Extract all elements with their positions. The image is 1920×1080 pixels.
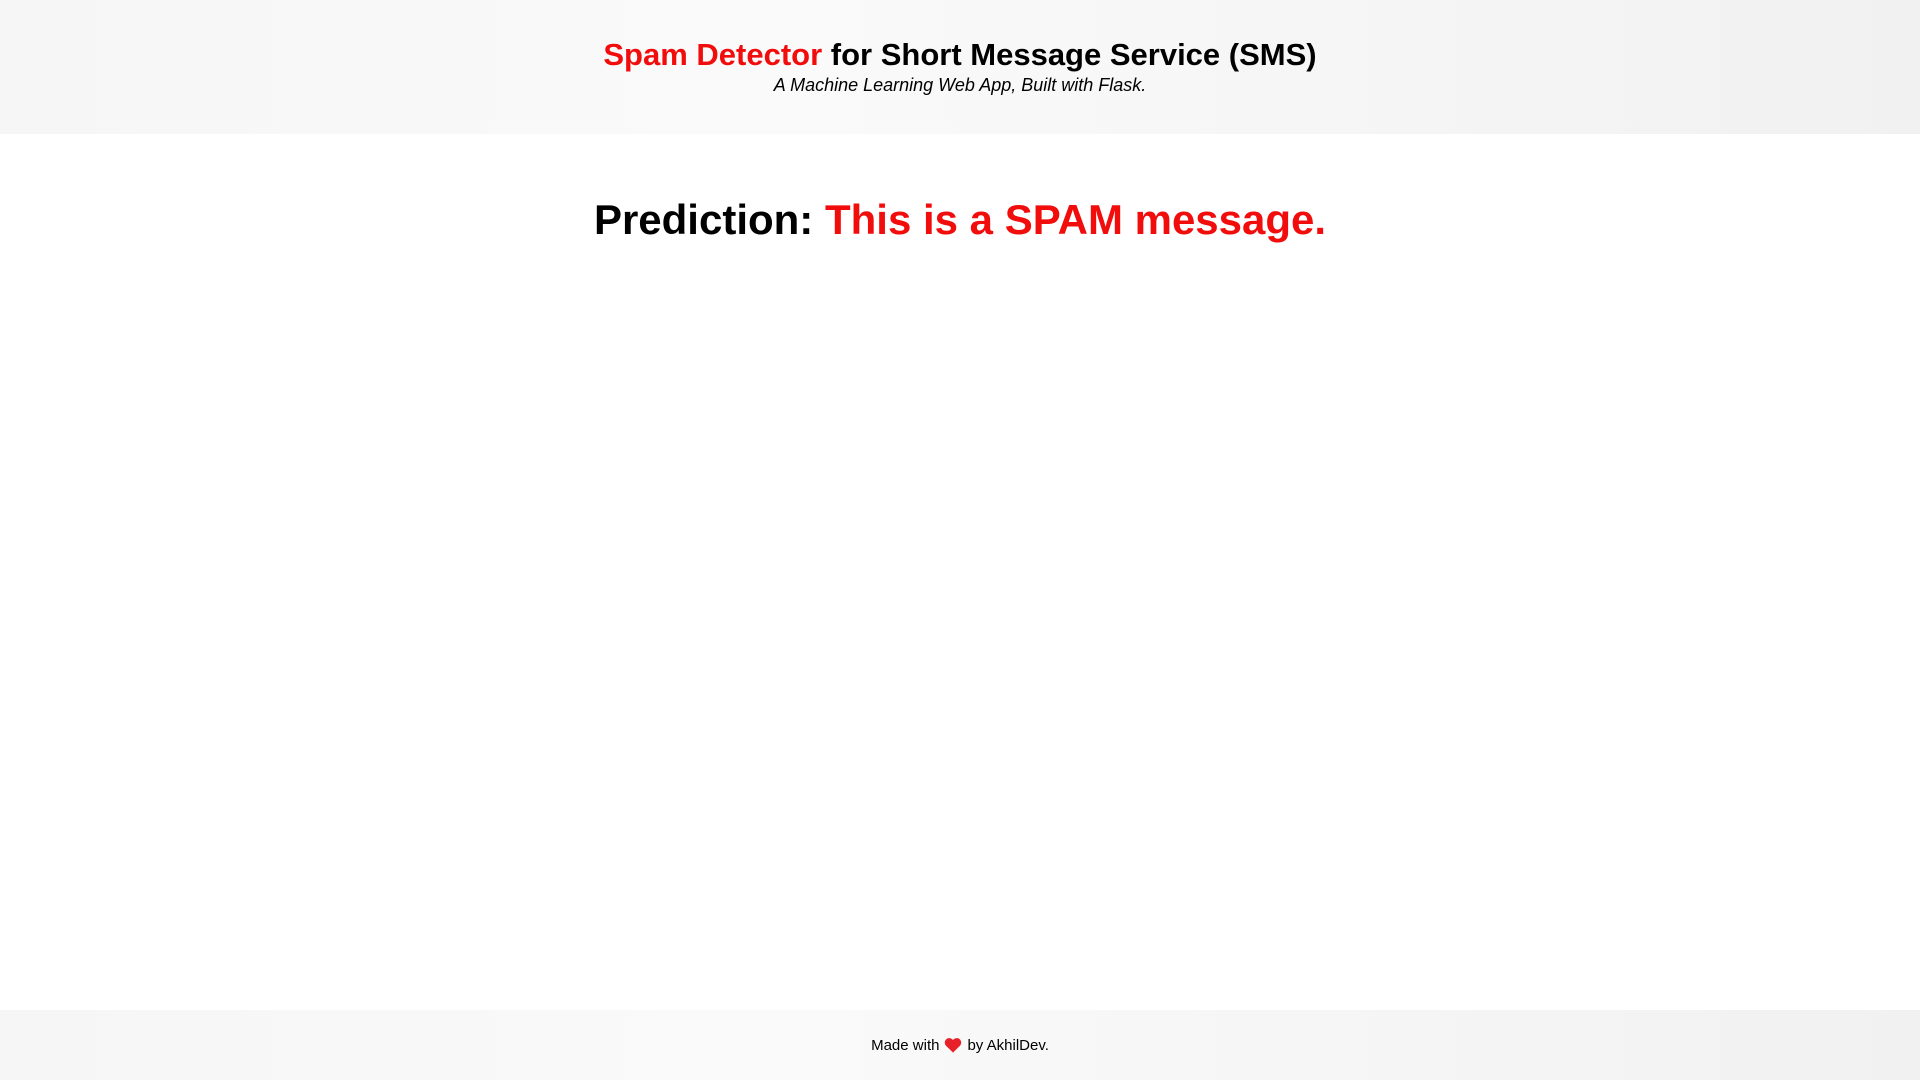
footer-prefix: Made with bbox=[871, 1037, 940, 1054]
main-content: Prediction: This is a SPAM message. bbox=[0, 134, 1920, 1010]
footer-suffix: by AkhilDev. bbox=[967, 1037, 1049, 1054]
page-subtitle: A Machine Learning Web App, Built with F… bbox=[773, 75, 1147, 95]
footer-credit: Made with by AkhilDev. bbox=[0, 1010, 1920, 1056]
site-footer: Made with by AkhilDev. bbox=[0, 1010, 1920, 1080]
title-brand: Spam Detector bbox=[603, 37, 823, 72]
prediction-value: This is a SPAM message. bbox=[824, 196, 1327, 243]
prediction-label: Prediction: bbox=[593, 196, 825, 243]
title-rest: for Short Message Service (SMS) bbox=[822, 37, 1317, 72]
prediction-result: Prediction: This is a SPAM message. bbox=[0, 134, 1920, 245]
heart-icon bbox=[945, 1038, 962, 1053]
site-header: Spam Detector for Short Message Service … bbox=[0, 0, 1920, 134]
page: Spam Detector for Short Message Service … bbox=[0, 0, 1920, 1080]
page-title: Spam Detector for Short Message Service … bbox=[0, 0, 1920, 74]
